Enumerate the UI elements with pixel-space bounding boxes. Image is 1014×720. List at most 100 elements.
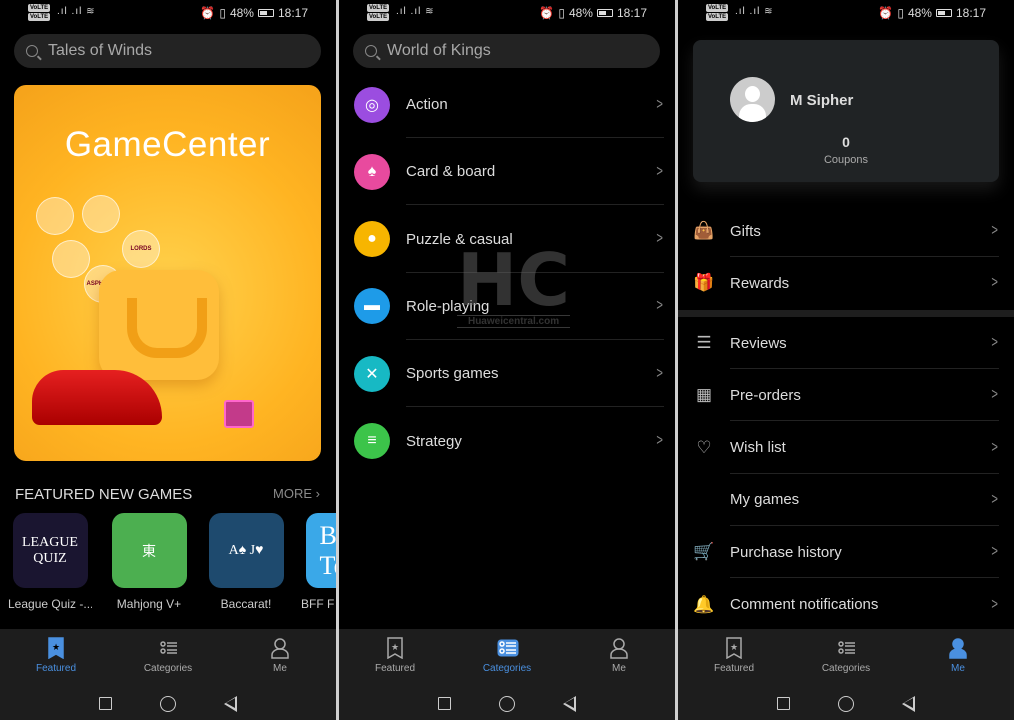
list-icon bbox=[158, 637, 178, 659]
back-button[interactable] bbox=[224, 695, 237, 712]
tab-featured[interactable]: ★ Featured bbox=[0, 629, 112, 687]
search-bar[interactable]: Tales of Winds bbox=[14, 34, 321, 68]
alarm-icon: ⏰ bbox=[200, 6, 216, 20]
more-link[interactable]: MORE › bbox=[273, 486, 320, 501]
clock-time: 18:17 bbox=[955, 6, 986, 20]
bell-icon: 🔔 bbox=[693, 594, 715, 614]
battery-percent: 48% bbox=[907, 6, 932, 20]
category-label: Action bbox=[406, 96, 448, 113]
icon-text: 東 bbox=[142, 544, 156, 560]
game-icon: LEAGUE QUIZ bbox=[12, 513, 88, 588]
game-item[interactable]: 東 Mahjong V+ bbox=[107, 513, 191, 611]
category-label: Role-playing bbox=[406, 297, 490, 315]
chevron-right-icon: > bbox=[991, 438, 998, 456]
menu-item[interactable]: My games > bbox=[693, 474, 999, 526]
cart-icon: 🛒 bbox=[693, 542, 715, 562]
bookmark-star-icon: ★ bbox=[724, 637, 744, 660]
system-nav-bar bbox=[678, 687, 1014, 720]
search-text: Tales of Winds bbox=[48, 42, 153, 59]
menu-label: Rewards bbox=[730, 274, 790, 292]
sim-icon: VoLTE bbox=[367, 4, 390, 12]
search-text: World of Kings bbox=[387, 42, 491, 59]
tab-featured[interactable]: ★ Featured bbox=[678, 629, 790, 687]
status-bar: VoLTE VoLTE .ıl .ıl ≋ ⏰ ▯ 48% 18:17 bbox=[339, 0, 675, 28]
featured-screen: VoLTE VoLTE .ıl .ıl ≋ ⏰ ▯ 48% 18:17 Tales of Wi… bbox=[0, 0, 336, 720]
category-label: Sports games bbox=[406, 365, 499, 383]
tab-categories[interactable]: Categories bbox=[112, 629, 224, 687]
person-icon bbox=[270, 637, 290, 659]
category-item[interactable]: ◎ Action > bbox=[354, 71, 664, 138]
clock-time: 18:17 bbox=[616, 6, 647, 20]
comment-icon: ☰ bbox=[696, 333, 712, 352]
basketball-icon: ✕ bbox=[354, 355, 390, 392]
bookmark-star-icon: ★ bbox=[385, 637, 405, 660]
menu-item[interactable]: ☰ Reviews > bbox=[693, 317, 999, 369]
search-bar[interactable]: World of Kings bbox=[353, 34, 660, 68]
system-nav-bar bbox=[0, 687, 336, 720]
menu-item[interactable]: 🛒 Purchase history > bbox=[693, 526, 999, 579]
alarm-icon: ⏰ bbox=[878, 6, 894, 20]
menu-item[interactable]: 🔔 Comment notifications > bbox=[693, 579, 999, 631]
tab-me[interactable]: Me bbox=[224, 629, 336, 687]
person-icon bbox=[609, 637, 629, 659]
gamecenter-banner[interactable]: GameCenterLORDSASPHALT 9 bbox=[14, 85, 321, 461]
menu-item[interactable]: ♡ Wish list > bbox=[693, 422, 999, 474]
menu-item[interactable]: 👜 Gifts > bbox=[693, 205, 999, 257]
sim-indicators: VoLTE VoLTE bbox=[28, 4, 51, 22]
back-button[interactable] bbox=[563, 695, 576, 712]
category-item[interactable]: ♠ Card & board > bbox=[354, 138, 664, 206]
battery-icon bbox=[596, 9, 613, 17]
signal-wifi-icons: .ıl .ıl ≋ bbox=[57, 6, 96, 17]
tab-categories[interactable]: Categories bbox=[790, 629, 902, 687]
back-button[interactable] bbox=[902, 695, 915, 712]
categories-screen: VoLTE VoLTE .ıl .ıl ≋ ⏰ ▯ 48% 18:17 World of Ki… bbox=[339, 0, 675, 720]
recent-apps-button[interactable] bbox=[777, 697, 790, 710]
calendar-clock-icon: ▦ bbox=[695, 385, 713, 405]
menu-label: Reviews bbox=[730, 334, 787, 352]
chevron-right-icon: > bbox=[991, 543, 998, 561]
category-item[interactable]: ✕ Sports games > bbox=[354, 340, 664, 408]
banner-title: GameCenter bbox=[64, 125, 271, 164]
tab-me[interactable]: Me bbox=[902, 629, 1014, 687]
target-icon: ◎ bbox=[354, 86, 390, 123]
game-item[interactable]: LEAGUE QUIZ League Quiz -... bbox=[8, 513, 92, 611]
tab-me[interactable]: Me bbox=[563, 629, 675, 687]
category-item[interactable]: ▬ Role-playing > bbox=[354, 273, 664, 340]
bottom-nav: ★ Featured Categories Me bbox=[0, 629, 336, 687]
search-icon bbox=[26, 45, 38, 57]
bookmark-star-icon: ★ bbox=[46, 637, 66, 660]
coupons-label: Coupons bbox=[823, 154, 869, 166]
sim-icon: VoLTE bbox=[28, 4, 51, 12]
category-item[interactable]: ≡ Strategy > bbox=[354, 408, 664, 475]
recent-apps-button[interactable] bbox=[438, 697, 451, 710]
chevron-right-icon: > bbox=[991, 222, 998, 239]
category-label: Strategy bbox=[406, 432, 462, 450]
tab-featured[interactable]: ★ Featured bbox=[339, 629, 451, 687]
heart-icon: ♡ bbox=[696, 437, 712, 457]
profile-card[interactable]: M Sipher 0 Coupons bbox=[693, 40, 999, 182]
category-item[interactable]: ● Puzzle & casual > bbox=[354, 206, 664, 273]
battery-icon bbox=[257, 9, 274, 17]
game-icon: 東 bbox=[111, 513, 187, 588]
menu-item[interactable]: ▦ Pre-orders > bbox=[693, 369, 999, 422]
home-button[interactable] bbox=[838, 695, 854, 712]
controller-illustration bbox=[99, 270, 219, 380]
home-button[interactable] bbox=[499, 695, 515, 712]
game-item[interactable]: A♠ J♥ Baccarat! bbox=[204, 513, 288, 611]
svg-text:★: ★ bbox=[391, 642, 399, 652]
game-item[interactable]: BTe BFF F bbox=[301, 513, 336, 611]
vibrate-icon: ▯ bbox=[219, 6, 226, 20]
recent-apps-button[interactable] bbox=[99, 697, 112, 710]
menu-item[interactable]: 🎁 Rewards > bbox=[693, 257, 999, 309]
game-bubble bbox=[36, 197, 74, 235]
chevron-right-icon: > bbox=[991, 274, 998, 292]
me-screen: VoLTE VoLTE .ıl .ıl ≋ ⏰ ▯ 48% 18:17 M Sipher 0 Co… bbox=[678, 0, 1014, 720]
gift-icon: 🎁 bbox=[693, 273, 715, 293]
tab-label: Featured bbox=[713, 663, 755, 674]
tab-categories[interactable]: Categories bbox=[451, 629, 563, 687]
avatar[interactable] bbox=[730, 77, 775, 122]
chevron-right-icon: > bbox=[991, 595, 998, 613]
home-button[interactable] bbox=[160, 695, 176, 712]
chevron-right-icon: > bbox=[991, 490, 998, 508]
status-bar: VoLTE VoLTE .ıl .ıl ≋ ⏰ ▯ 48% 18:17 bbox=[0, 0, 336, 28]
